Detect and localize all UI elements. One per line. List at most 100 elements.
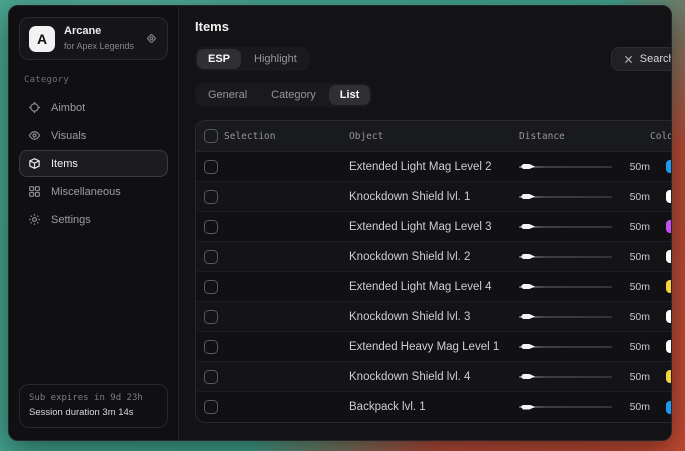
color-swatch[interactable]	[666, 340, 672, 353]
tab-esp[interactable]: ESP	[197, 49, 241, 69]
gear-icon	[28, 213, 41, 226]
slider-knob[interactable]	[521, 344, 535, 349]
sidebar-item-label: Settings	[51, 214, 91, 226]
table-row: Knockdown Shield lvl. 2 50m	[196, 242, 672, 272]
select-all-checkbox[interactable]	[204, 129, 218, 143]
distance-value: 50m	[630, 191, 650, 203]
table-body: Extended Light Mag Level 2 50m Knockdown…	[196, 152, 672, 422]
subscription-info-card: Sub expires in 9d 23h Session duration 3…	[19, 384, 168, 428]
row-checkbox[interactable]	[204, 400, 218, 414]
color-swatch[interactable]	[666, 250, 672, 263]
crosshair-pin-icon[interactable]	[145, 32, 158, 45]
app-meta: Arcane for Apex Legends	[64, 25, 136, 52]
distance-slider[interactable]	[519, 371, 612, 383]
row-checkbox[interactable]	[204, 340, 218, 354]
table-row: Extended Light Mag Level 3 50m	[196, 212, 672, 242]
color-swatch[interactable]	[666, 280, 672, 293]
sidebar-item-aimbot[interactable]: Aimbot	[19, 94, 168, 121]
column-header-selection: Selection	[224, 131, 349, 142]
distance-value: 50m	[630, 281, 650, 293]
column-header-color: Color	[650, 131, 672, 142]
toolbar-row: ESP Highlight Search	[195, 47, 672, 71]
session-duration-text: Session duration 3m 14s	[29, 406, 158, 420]
tab-general[interactable]: General	[197, 85, 258, 105]
mode-tabs: ESP Highlight	[195, 47, 310, 71]
app-name: Arcane	[64, 25, 136, 39]
row-checkbox[interactable]	[204, 250, 218, 264]
color-swatch[interactable]	[666, 310, 672, 323]
distance-value: 50m	[630, 371, 650, 383]
table-row: Knockdown Shield lvl. 1 50m	[196, 182, 672, 212]
app-logo: A	[29, 26, 55, 52]
row-checkbox[interactable]	[204, 190, 218, 204]
tab-category[interactable]: Category	[260, 85, 327, 105]
distance-slider[interactable]	[519, 161, 612, 173]
object-label: Extended Light Mag Level 3	[349, 221, 492, 233]
table-row: Extended Heavy Mag Level 1 50m	[196, 332, 672, 362]
app-header-card: A Arcane for Apex Legends	[19, 17, 168, 60]
distance-value: 50m	[630, 341, 650, 353]
sidebar: A Arcane for Apex Legends Category Aimbo…	[9, 6, 179, 440]
row-checkbox[interactable]	[204, 160, 218, 174]
distance-value: 50m	[630, 221, 650, 233]
distance-value: 50m	[630, 251, 650, 263]
table-row: Backpack lvl. 1 50m	[196, 392, 672, 422]
tab-list[interactable]: List	[329, 85, 371, 105]
sidebar-item-visuals[interactable]: Visuals	[19, 122, 168, 149]
sidebar-item-label: Miscellaneous	[51, 186, 121, 198]
distance-value: 50m	[630, 161, 650, 173]
distance-value: 50m	[630, 311, 650, 323]
table-row: Knockdown Shield lvl. 3 50m	[196, 302, 672, 332]
sidebar-item-label: Visuals	[51, 130, 86, 142]
app-window: A Arcane for Apex Legends Category Aimbo…	[8, 5, 672, 441]
color-swatch[interactable]	[666, 160, 672, 173]
main-panel: Items ESP Highlight Search General Categ…	[179, 6, 672, 440]
slider-knob[interactable]	[521, 164, 535, 169]
slider-knob[interactable]	[521, 194, 535, 199]
sidebar-item-settings[interactable]: Settings	[19, 206, 168, 233]
distance-slider[interactable]	[519, 311, 612, 323]
items-table: Selection Object Distance Color Extended…	[195, 120, 672, 423]
table-header: Selection Object Distance Color	[196, 121, 672, 152]
object-label: Knockdown Shield lvl. 1	[349, 191, 470, 203]
slider-knob[interactable]	[521, 284, 535, 289]
slider-knob[interactable]	[521, 224, 535, 229]
object-label: Knockdown Shield lvl. 2	[349, 251, 470, 263]
color-swatch[interactable]	[666, 220, 672, 233]
distance-slider[interactable]	[519, 341, 612, 353]
sidebar-item-items[interactable]: Items	[19, 150, 168, 177]
grid-icon	[28, 185, 41, 198]
page-title: Items	[195, 19, 672, 34]
row-checkbox[interactable]	[204, 280, 218, 294]
row-checkbox[interactable]	[204, 220, 218, 234]
search-button[interactable]: Search	[611, 47, 672, 71]
table-row: Knockdown Shield lvl. 4 50m	[196, 362, 672, 392]
sidebar-section-label: Category	[24, 75, 163, 85]
view-tabs: General Category List	[195, 83, 372, 107]
slider-knob[interactable]	[521, 314, 535, 319]
distance-slider[interactable]	[519, 401, 612, 413]
object-label: Extended Heavy Mag Level 1	[349, 341, 499, 353]
row-checkbox[interactable]	[204, 310, 218, 324]
distance-slider[interactable]	[519, 281, 612, 293]
distance-slider[interactable]	[519, 221, 612, 233]
search-button-label: Search	[640, 53, 672, 65]
color-swatch[interactable]	[666, 190, 672, 203]
sidebar-item-miscellaneous[interactable]: Miscellaneous	[19, 178, 168, 205]
tab-highlight[interactable]: Highlight	[243, 49, 308, 69]
sub-expires-text: Sub expires in 9d 23h	[29, 392, 158, 406]
color-swatch[interactable]	[666, 401, 672, 414]
row-checkbox[interactable]	[204, 370, 218, 384]
distance-value: 50m	[630, 401, 650, 413]
object-label: Backpack lvl. 1	[349, 401, 426, 413]
object-label: Knockdown Shield lvl. 4	[349, 371, 470, 383]
crosshair-icon	[28, 101, 41, 114]
table-row: Extended Light Mag Level 2 50m	[196, 152, 672, 182]
color-swatch[interactable]	[666, 370, 672, 383]
distance-slider[interactable]	[519, 191, 612, 203]
distance-slider[interactable]	[519, 251, 612, 263]
slider-knob[interactable]	[521, 254, 535, 259]
column-header-object: Object	[349, 131, 519, 142]
eye-icon	[28, 129, 41, 142]
slider-knob[interactable]	[521, 374, 535, 379]
